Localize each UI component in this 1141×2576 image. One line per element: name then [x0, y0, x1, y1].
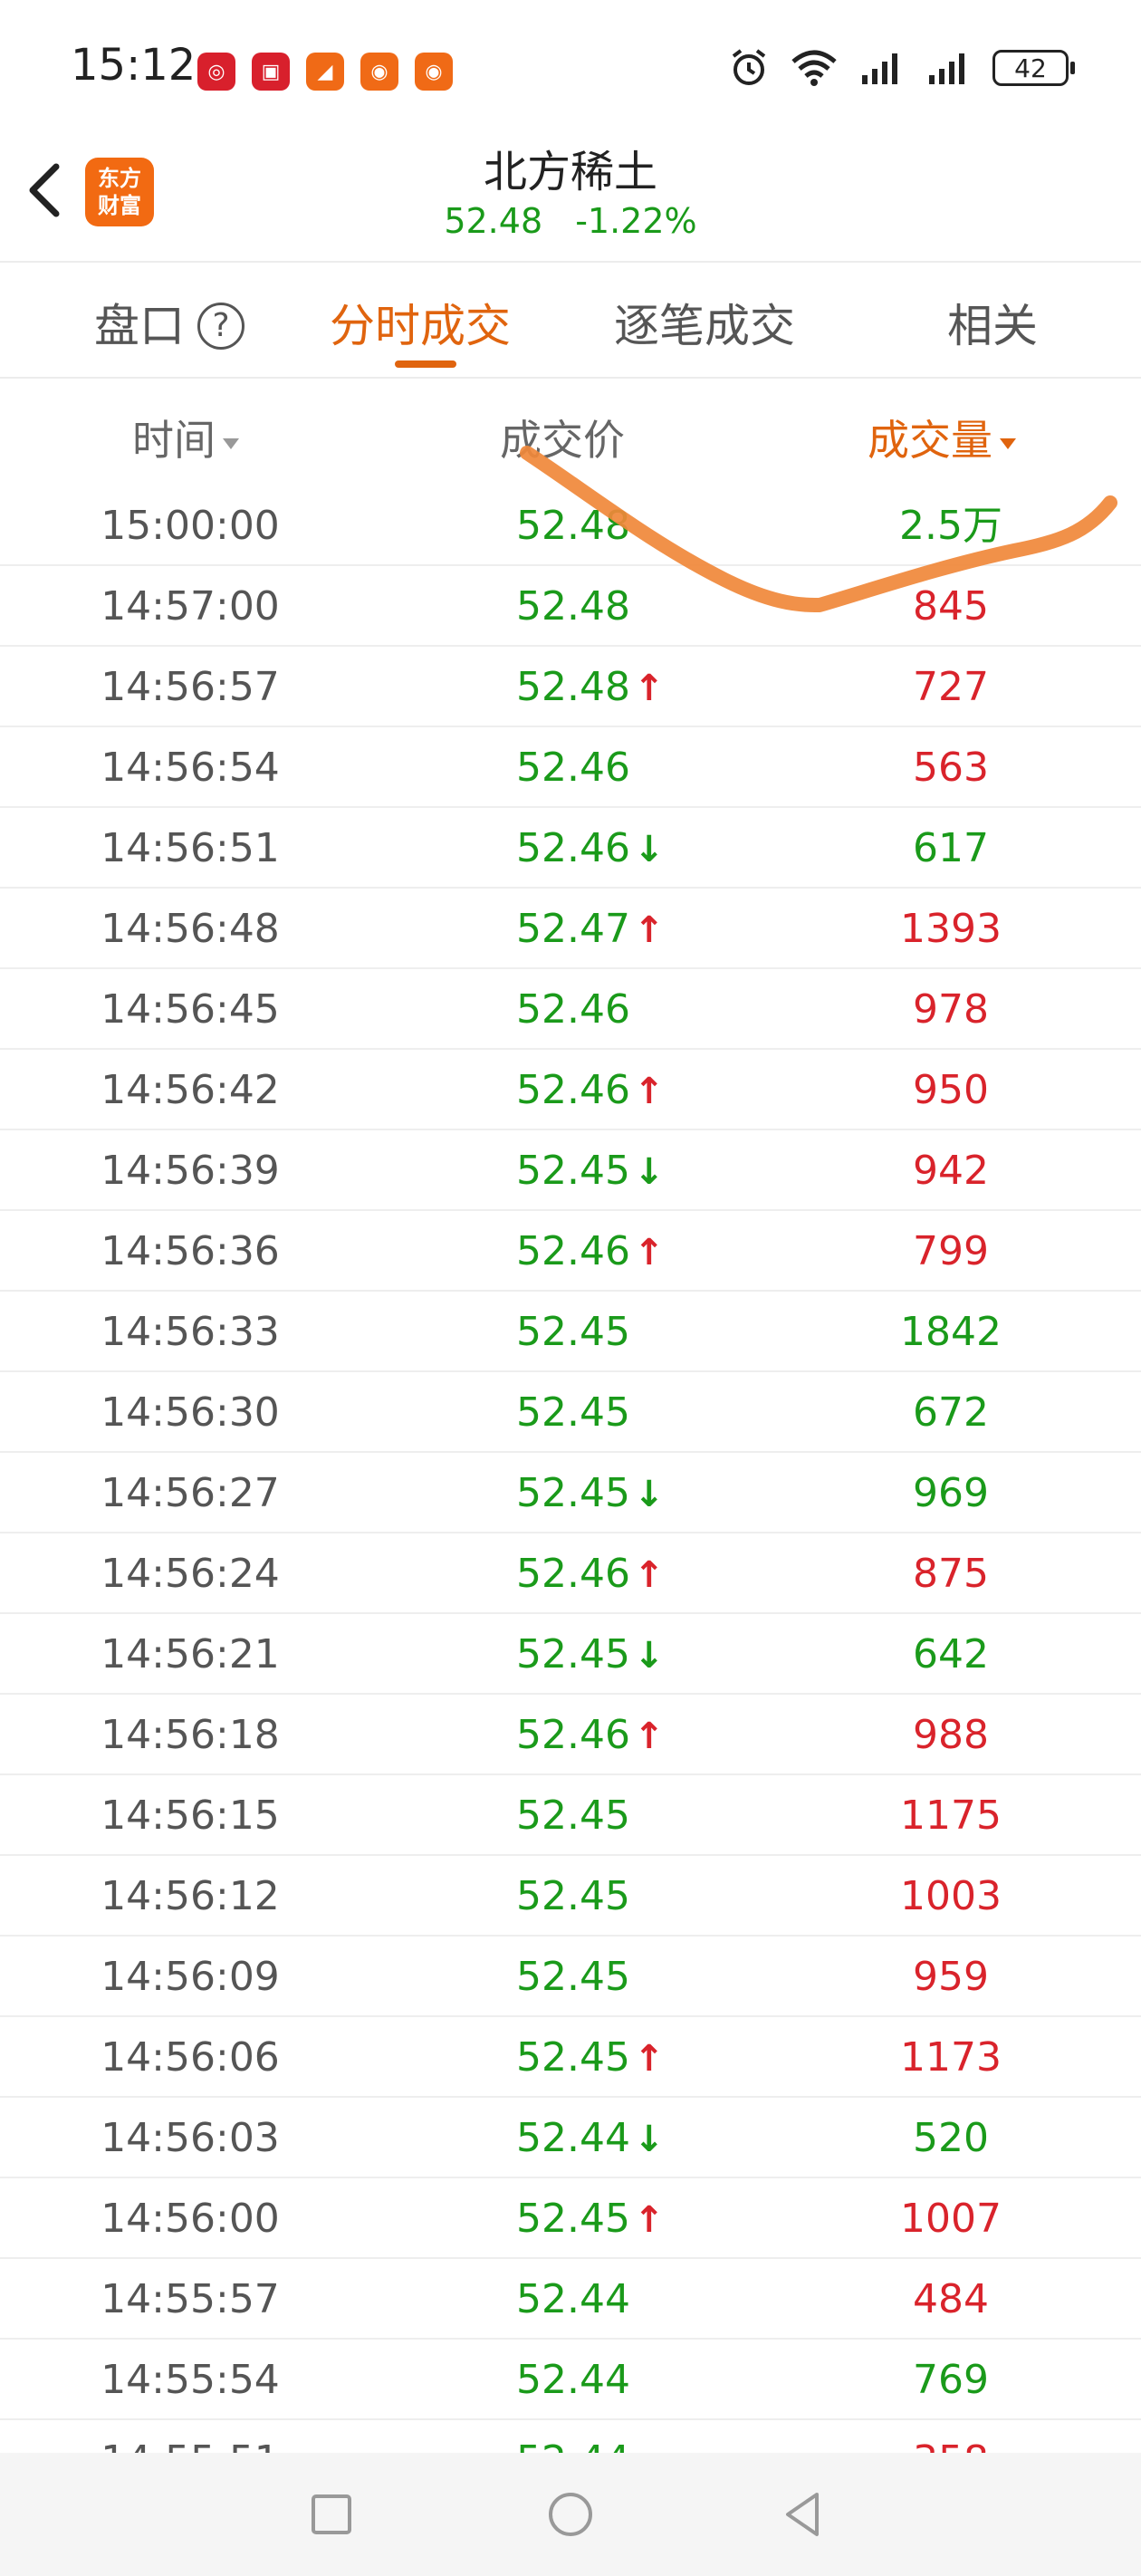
trade-row: 14:56:30 52.45 672: [0, 1372, 1141, 1453]
trade-row: 14:56:24 52.46 ↑ 875: [0, 1533, 1141, 1614]
trade-volume: 959: [913, 1954, 989, 2000]
app-notification-icon: ◎: [197, 53, 235, 91]
trade-row: 14:56:21 52.45 ↓ 642: [0, 1614, 1141, 1695]
table-header: 时间 成交价 成交量: [0, 380, 1141, 485]
status-bar: 15:12 ◎ ▣ ◢ ◉ ◉ 42: [0, 0, 1141, 136]
trade-volume: 2.5万: [899, 503, 1002, 549]
trade-volume: 1003: [900, 1873, 1002, 1919]
trade-row: 14:56:27 52.45 ↓ 969: [0, 1453, 1141, 1533]
trade-row: 14:56:06 52.45 ↑ 1173: [0, 2017, 1141, 2098]
column-label: 时间: [132, 416, 216, 465]
back-triangle-icon[interactable]: [777, 2487, 831, 2542]
tab-label: 盘口: [94, 300, 185, 352]
app-notification-icon: ◉: [360, 53, 398, 91]
trade-row: 14:56:42 52.46 ↑ 950: [0, 1050, 1141, 1130]
trade-volume: 988: [913, 1712, 989, 1758]
trade-volume: 672: [913, 1389, 989, 1436]
stock-header: 东方 财富 北方稀土 52.48 -1.22%: [0, 136, 1141, 263]
wifi-icon: [791, 50, 837, 86]
trade-volume: 942: [913, 1148, 989, 1194]
trade-volume: 950: [913, 1067, 989, 1113]
trade-volume: 727: [913, 664, 989, 710]
stock-name: 北方稀土: [483, 147, 657, 197]
tab-tick-trades[interactable]: 逐笔成交: [614, 290, 795, 355]
system-nav-bar: [0, 2453, 1141, 2576]
trade-row: 14:56:45 52.46 978: [0, 969, 1141, 1050]
stock-quote: 52.48 -1.22%: [0, 201, 1141, 241]
system-icons: 42: [728, 47, 1075, 89]
status-time: 15:12: [71, 40, 197, 91]
trade-row: 14:56:36 52.46 ↑ 799: [0, 1211, 1141, 1292]
trade-row: 14:56:03 52.44 ↓ 520: [0, 2098, 1141, 2178]
recents-square-icon[interactable]: [304, 2487, 359, 2542]
trade-volume: 617: [913, 825, 989, 871]
trade-row: 14:56:48 52.47 ↑ 1393: [0, 889, 1141, 969]
tab-fenshi-trades[interactable]: 分时成交: [330, 290, 511, 355]
trade-row: 14:56:57 52.48 ↑ 727: [0, 647, 1141, 727]
trade-row: 14:56:18 52.46 ↑ 988: [0, 1695, 1141, 1775]
trade-row: 14:55:57 52.44 484: [0, 2259, 1141, 2340]
column-price: 成交价: [500, 408, 625, 467]
trade-volume: 1175: [900, 1793, 1002, 1839]
trade-row: 14:56:15 52.45 1175: [0, 1775, 1141, 1856]
app-notification-icon: ▣: [252, 53, 290, 91]
app-notification-icon: ◢: [306, 53, 344, 91]
stock-price: 52.48: [444, 201, 543, 241]
trade-volume: 1393: [900, 906, 1002, 952]
trade-volume: 1842: [900, 1309, 1002, 1355]
trade-row: 14:56:33 52.45 1842: [0, 1292, 1141, 1372]
help-icon[interactable]: ?: [197, 302, 244, 350]
trade-row: 15:00:00 52.48 2.5万: [0, 485, 1141, 566]
signal-icon-2: [929, 53, 964, 84]
trade-row: 14:55:54 52.44 769: [0, 2340, 1141, 2420]
trade-volume: 1173: [900, 2034, 1002, 2081]
trade-row: 14:56:51 52.46 ↓ 617: [0, 808, 1141, 889]
tab-label: 逐笔成交: [614, 300, 795, 352]
signal-icon: [862, 53, 897, 84]
trade-volume: 358: [0, 2420, 1141, 2453]
notification-icons: ◎ ▣ ◢ ◉ ◉: [197, 53, 453, 91]
trade-row: 14:56:54 52.46 563: [0, 727, 1141, 808]
trade-volume: 520: [913, 2115, 989, 2161]
trade-row: 14:55:5152.44358: [0, 2420, 1141, 2453]
column-label: 成交价: [500, 416, 625, 465]
alarm-icon: [732, 49, 766, 85]
tab-bar: 盘口? 分时成交 逐笔成交 相关: [0, 264, 1141, 379]
trade-row: 14:56:12 52.45 1003: [0, 1856, 1141, 1937]
trade-volume: 484: [913, 2276, 989, 2322]
trade-volume: 1007: [900, 2196, 1002, 2242]
stock-change-pct: -1.22%: [575, 201, 697, 241]
trade-volume: 769: [913, 2357, 989, 2403]
trade-volume: 799: [913, 1228, 989, 1274]
tab-related[interactable]: 相关: [947, 290, 1038, 355]
sort-caret-icon: [1000, 437, 1016, 449]
column-label: 成交量: [868, 416, 992, 465]
tab-label: 相关: [947, 300, 1038, 352]
column-volume-sort[interactable]: 成交量: [868, 408, 1016, 467]
trade-list[interactable]: 15:00:00 52.48 2.5万 14:57:00 52.48 845 14:56:5…: [0, 485, 1141, 2453]
trade-volume: 978: [913, 986, 989, 1033]
home-circle-icon[interactable]: [543, 2487, 598, 2542]
battery-level: 42: [1014, 53, 1047, 83]
trade-volume: 969: [913, 1470, 989, 1516]
trade-volume: 845: [913, 583, 989, 630]
trade-volume: 642: [913, 1631, 989, 1677]
tab-label: 分时成交: [330, 300, 511, 352]
trade-row: 14:56:00 52.45 ↑ 1007: [0, 2178, 1141, 2259]
sort-caret-icon: [223, 437, 239, 449]
battery-icon: 42: [992, 50, 1075, 86]
trade-volume: 875: [913, 1551, 989, 1597]
trade-volume: 563: [913, 745, 989, 791]
active-tab-indicator: [395, 360, 456, 368]
app-notification-icon: ◉: [415, 53, 453, 91]
trade-row: 14:57:00 52.48 845: [0, 566, 1141, 647]
trade-row: 14:56:39 52.45 ↓ 942: [0, 1130, 1141, 1211]
tab-pankou[interactable]: 盘口?: [94, 290, 244, 355]
column-time-sort[interactable]: 时间: [132, 408, 239, 467]
trade-row: 14:56:09 52.45 959: [0, 1937, 1141, 2017]
